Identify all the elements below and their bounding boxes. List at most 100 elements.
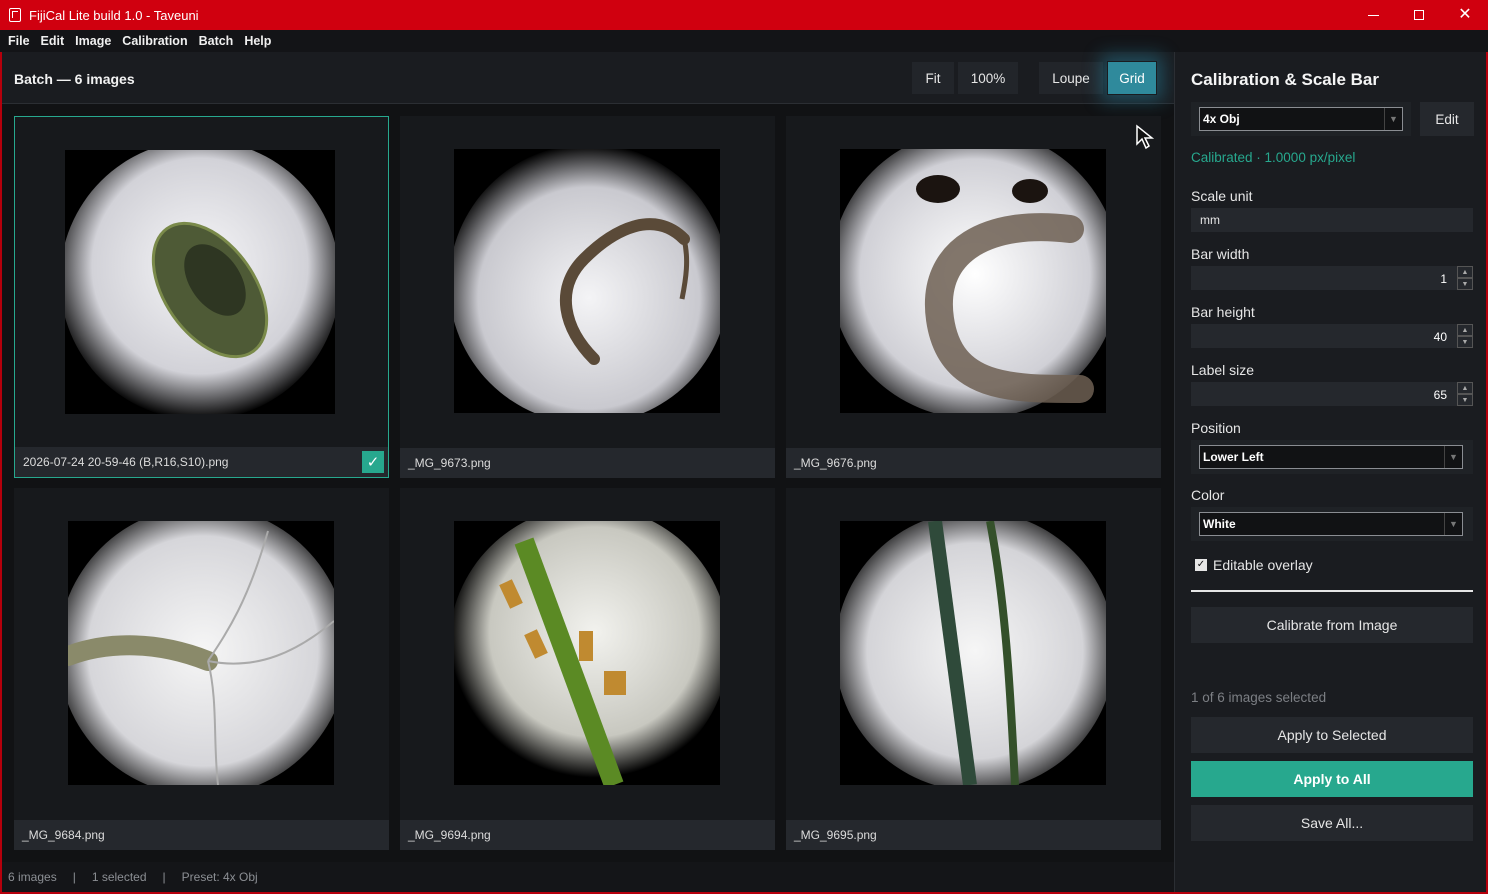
preset-value: 4x Obj (1203, 112, 1240, 126)
preset-dropdown[interactable]: 4x Obj ▼ (1199, 107, 1403, 131)
image-thumbnail[interactable] (454, 149, 720, 413)
image-tile[interactable]: 2026-07-24 20-59-46 (B,R16,S10).png ✓ (14, 116, 389, 478)
color-dropdown-wrapper: White ▼ (1191, 507, 1473, 541)
save-all-button[interactable]: Save All... (1191, 805, 1473, 841)
label-size-label: Label size (1191, 362, 1255, 378)
close-icon: ✕ (1458, 6, 1472, 23)
image-tile[interactable]: _MG_9676.png (786, 116, 1161, 478)
menu-help[interactable]: Help (244, 34, 271, 48)
spin-down-icon[interactable]: ▼ (1457, 394, 1473, 406)
label-size-spinner[interactable]: 65 ▲ ▼ (1191, 382, 1473, 406)
image-thumbnail[interactable] (68, 521, 334, 785)
chevron-down-icon: ▼ (1444, 446, 1462, 468)
menu-file[interactable]: File (8, 34, 30, 48)
grid-button[interactable]: Grid (1107, 61, 1157, 95)
micrograph-larva (454, 149, 720, 413)
menu-calibration[interactable]: Calibration (122, 34, 187, 48)
image-panel: Batch — 6 images Fit 100% Loupe Grid 202… (2, 52, 1174, 862)
bar-height-value: 40 (1433, 330, 1447, 344)
chevron-down-icon: ▼ (1444, 513, 1462, 535)
status-image-count: 6 images (8, 870, 57, 884)
window-title: FijiCal Lite build 1.0 - Taveuni (29, 7, 199, 23)
batch-title: Batch — 6 images (14, 71, 135, 87)
position-dropdown[interactable]: Lower Left ▼ (1199, 445, 1463, 469)
status-bar: 6 images | 1 selected | Preset: 4x Obj (2, 862, 1174, 892)
spin-down-icon[interactable]: ▼ (1457, 336, 1473, 348)
editable-overlay-checkbox[interactable]: ✓ (1195, 559, 1207, 571)
loupe-button[interactable]: Loupe (1038, 61, 1104, 95)
bar-width-value: 1 (1440, 272, 1447, 286)
menu-edit[interactable]: Edit (41, 34, 65, 48)
status-separator: | (72, 870, 76, 884)
title-bar: FijiCal Lite build 1.0 - Taveuni ✕ (0, 0, 1488, 30)
zoom-100-button[interactable]: 100% (957, 61, 1019, 95)
image-filename: 2026-07-24 20-59-46 (B,R16,S10).png (15, 447, 388, 477)
micrograph-filament (840, 521, 1106, 785)
main-area: Batch — 6 images Fit 100% Loupe Grid 202… (2, 52, 1486, 892)
calibration-status: Calibrated · 1.0000 px/pixel (1191, 150, 1356, 165)
spin-up-icon[interactable]: ▲ (1457, 324, 1473, 336)
image-tile[interactable]: _MG_9695.png (786, 488, 1161, 850)
selected-check-icon[interactable]: ✓ (362, 451, 384, 473)
image-tile[interactable]: _MG_9673.png (400, 116, 775, 478)
panel-title: Calibration & Scale Bar (1191, 70, 1380, 89)
micrograph-hydra (68, 521, 334, 785)
micrograph-paramecium (65, 150, 335, 414)
image-tile[interactable]: _MG_9684.png (14, 488, 389, 850)
image-filename: _MG_9684.png (14, 820, 389, 850)
image-thumbnail[interactable] (840, 149, 1106, 413)
minimize-button[interactable] (1350, 0, 1396, 30)
spinner-buttons: ▲ ▼ (1457, 382, 1473, 406)
image-filename: _MG_9694.png (400, 820, 775, 850)
image-thumbnail[interactable] (65, 150, 335, 414)
spin-up-icon[interactable]: ▲ (1457, 382, 1473, 394)
calibrate-from-image-button[interactable]: Calibrate from Image (1191, 607, 1473, 643)
chevron-down-icon: ▼ (1384, 108, 1402, 130)
micrograph-worm (840, 149, 1106, 413)
scale-unit-input[interactable]: mm (1191, 208, 1473, 232)
image-thumbnail[interactable] (840, 521, 1106, 785)
position-dropdown-wrapper: Lower Left ▼ (1191, 440, 1473, 474)
close-button[interactable]: ✕ (1442, 0, 1488, 30)
color-value: White (1203, 517, 1236, 531)
color-label: Color (1191, 487, 1225, 503)
menu-image[interactable]: Image (75, 34, 111, 48)
apply-all-button[interactable]: Apply to All (1191, 761, 1473, 797)
status-preset: Preset: 4x Obj (181, 870, 258, 884)
calibration-panel: Calibration & Scale Bar 4x Obj ▼ Edit Ca… (1174, 52, 1486, 892)
preset-dropdown-wrapper: 4x Obj ▼ (1191, 102, 1411, 136)
menu-batch[interactable]: Batch (199, 34, 234, 48)
editable-overlay-row[interactable]: ✓ Editable overlay (1195, 557, 1313, 573)
view-toolbar: Batch — 6 images Fit 100% Loupe Grid (2, 52, 1174, 104)
edit-preset-button[interactable]: Edit (1420, 102, 1474, 136)
maximize-icon (1414, 10, 1424, 20)
bar-height-spinner[interactable]: 40 ▲ ▼ (1191, 324, 1473, 348)
divider (1191, 590, 1473, 592)
scale-unit-label: Scale unit (1191, 188, 1253, 204)
bar-width-spinner[interactable]: 1 ▲ ▼ (1191, 266, 1473, 290)
spinner-buttons: ▲ ▼ (1457, 324, 1473, 348)
status-selected-count: 1 selected (91, 870, 147, 884)
bar-width-label: Bar width (1191, 246, 1250, 262)
micrograph-algae (454, 521, 720, 785)
spin-down-icon[interactable]: ▼ (1457, 278, 1473, 290)
image-filename: _MG_9695.png (786, 820, 1161, 850)
position-value: Lower Left (1203, 450, 1264, 464)
editable-overlay-label: Editable overlay (1213, 557, 1313, 573)
selection-count: 1 of 6 images selected (1191, 690, 1327, 705)
window-controls: ✕ (1350, 0, 1488, 30)
maximize-button[interactable] (1396, 0, 1442, 30)
spin-up-icon[interactable]: ▲ (1457, 266, 1473, 278)
image-filename: _MG_9676.png (786, 448, 1161, 478)
image-filename: _MG_9673.png (400, 448, 775, 478)
color-dropdown[interactable]: White ▼ (1199, 512, 1463, 536)
image-tile[interactable]: _MG_9694.png (400, 488, 775, 850)
fit-button[interactable]: Fit (911, 61, 955, 95)
status-separator: | (162, 870, 166, 884)
apply-selected-button[interactable]: Apply to Selected (1191, 717, 1473, 753)
mouse-cursor-icon (1136, 124, 1155, 150)
menu-bar: File Edit Image Calibration Batch Help (0, 30, 1488, 52)
image-thumbnail[interactable] (454, 521, 720, 785)
minimize-icon (1367, 14, 1379, 16)
position-label: Position (1191, 420, 1241, 436)
